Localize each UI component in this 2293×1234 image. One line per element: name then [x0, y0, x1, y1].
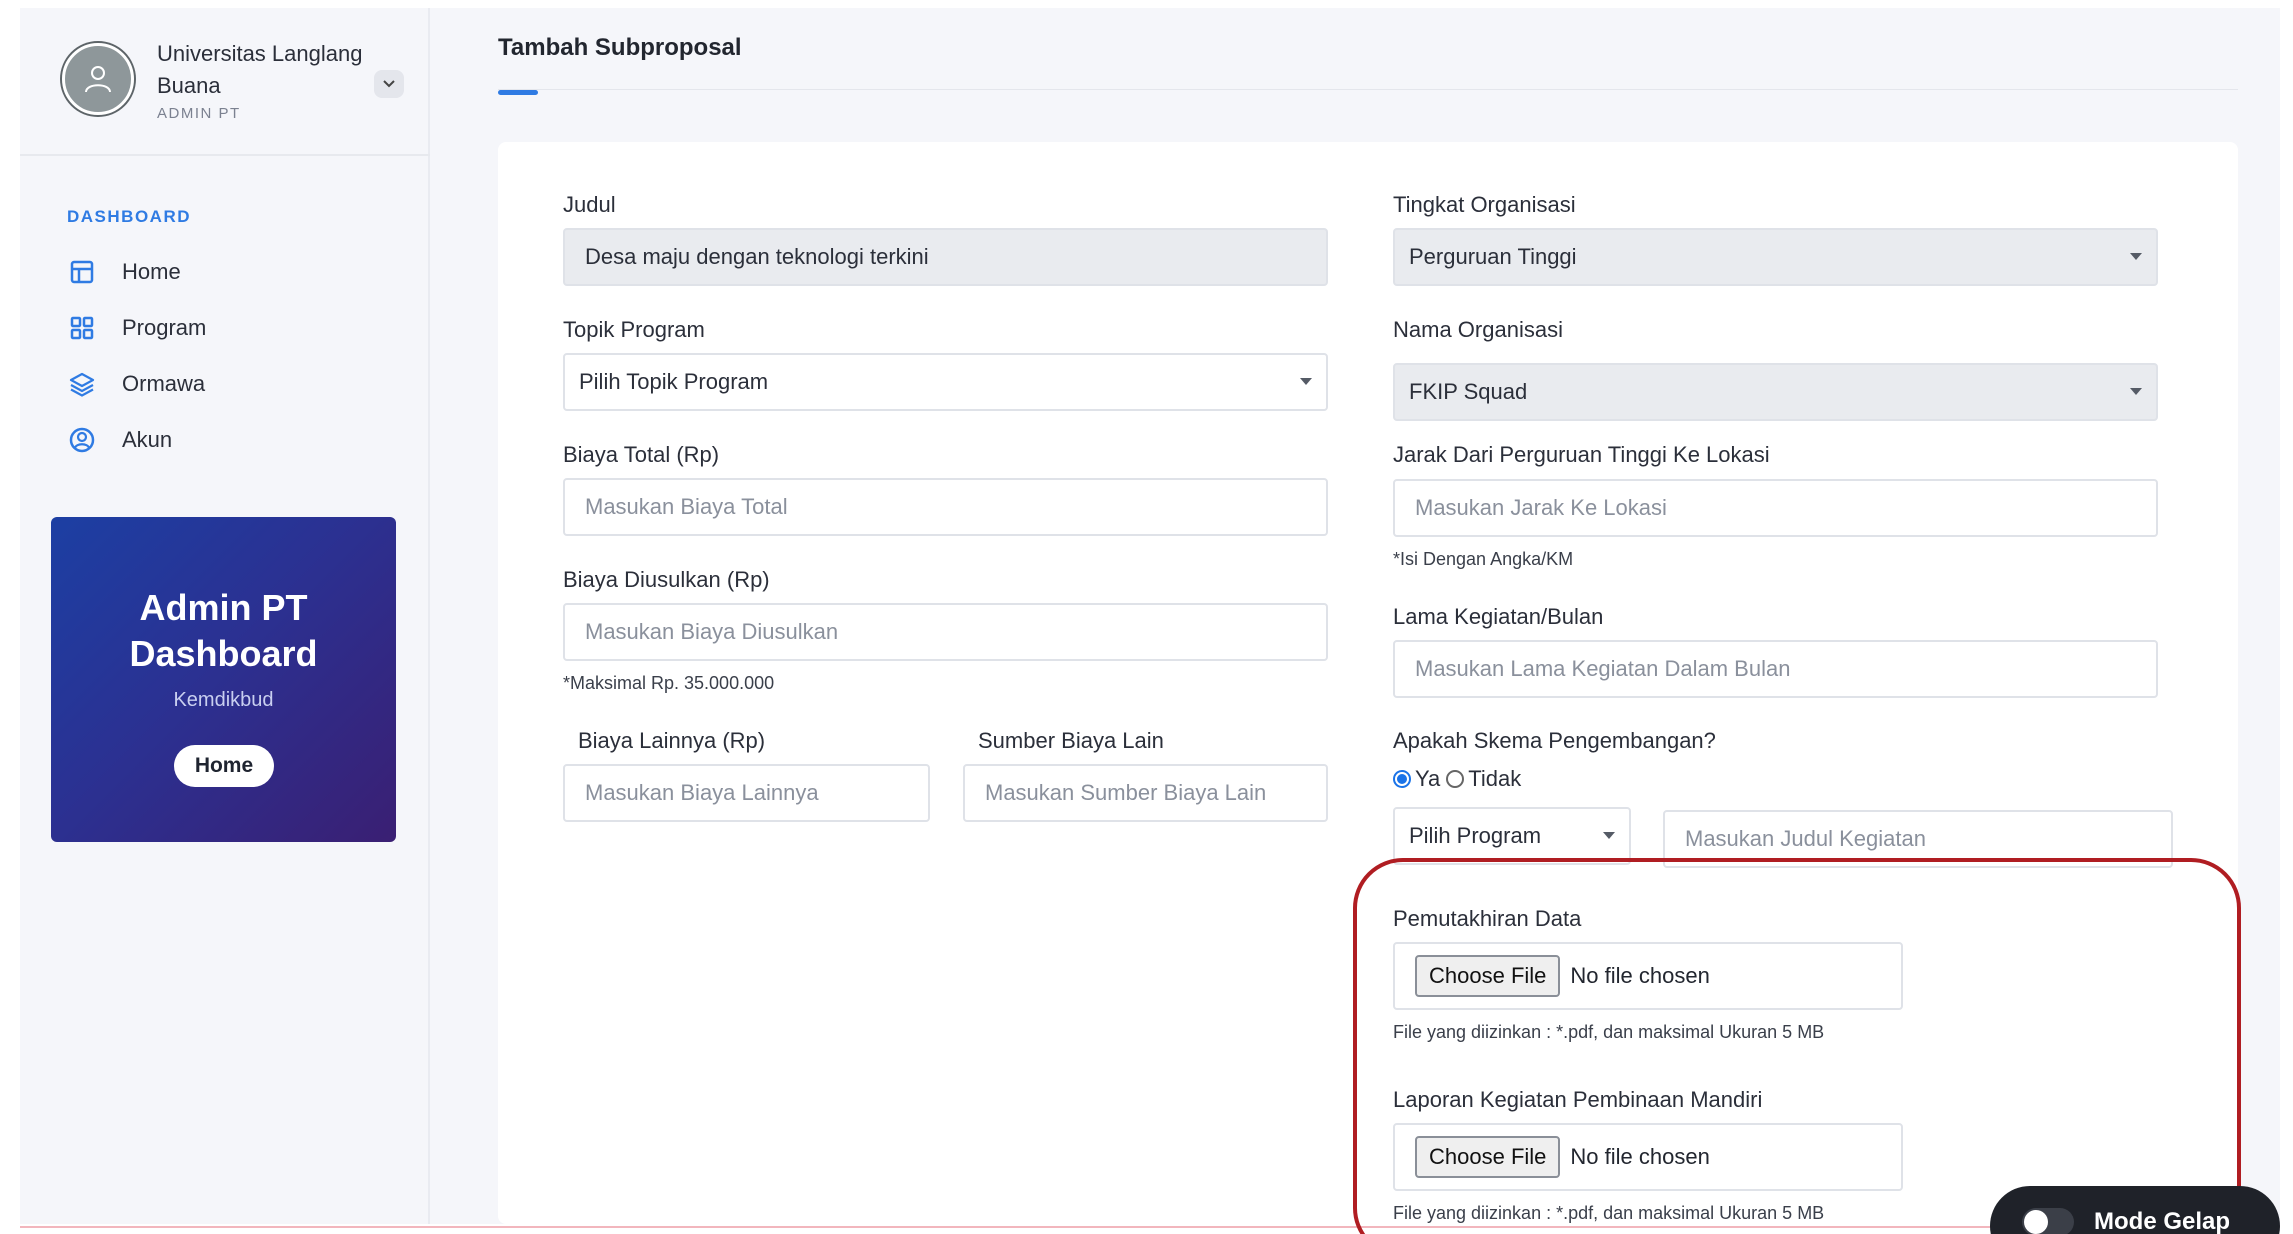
- biaya-diusulkan-label: Biaya Diusulkan (Rp): [563, 567, 770, 592]
- program-select-value: Pilih Program: [1409, 823, 1542, 848]
- topik-label: Topik Program: [563, 317, 705, 342]
- nama-org-select[interactable]: FKIP Squad: [1393, 363, 2158, 421]
- sumber-biaya-label: Sumber Biaya Lain: [978, 728, 1164, 753]
- biaya-total-label: Biaya Total (Rp): [563, 442, 720, 467]
- biaya-lainnya-label: Biaya Lainnya (Rp): [578, 728, 766, 753]
- sidebar-item-label: Home: [122, 259, 181, 284]
- biaya-total-input[interactable]: [563, 478, 1328, 536]
- jarak-hint: *Isi Dengan Angka/KM: [1393, 549, 1574, 569]
- skema-radio-tidak-label: Tidak: [1468, 766, 1522, 791]
- caret-down-icon: [2130, 253, 2142, 260]
- profile-header: Universitas Langlang Buana ADMIN PT: [20, 8, 430, 156]
- sidebar-item-akun[interactable]: Akun: [67, 420, 367, 460]
- user-circle-icon: [67, 425, 97, 455]
- skema-radio-ya[interactable]: [1393, 770, 1411, 788]
- nav-section-label: DASHBOARD: [67, 207, 191, 226]
- sidebar-item-ormawa[interactable]: Ormawa: [67, 364, 367, 404]
- biaya-lainnya-input[interactable]: [563, 764, 930, 822]
- promo-subtitle: Kemdikbud: [173, 689, 274, 711]
- tingkat-label: Tingkat Organisasi: [1393, 192, 1576, 217]
- promo-title: Admin PT Dashboard: [51, 585, 396, 677]
- grid-icon: [67, 313, 97, 343]
- skema-radio-group: Ya Tidak: [1393, 766, 1521, 792]
- caret-down-icon: [2130, 388, 2142, 395]
- promo-title-line1: Admin PT: [139, 587, 308, 628]
- avatar: [62, 43, 134, 115]
- sidebar-item-home[interactable]: Home: [67, 252, 367, 292]
- lama-label: Lama Kegiatan/Bulan: [1393, 604, 1604, 629]
- skema-radio-ya-label: Ya: [1415, 766, 1441, 791]
- profile-name: Universitas Langlang Buana: [157, 41, 363, 98]
- skema-label: Apakah Skema Pengembangan?: [1393, 728, 1716, 753]
- promo-title-line2: Dashboard: [129, 633, 318, 674]
- promo-home-button[interactable]: Home: [174, 745, 274, 787]
- layout-icon: [67, 257, 97, 287]
- nama-org-label: Nama Organisasi: [1393, 317, 1563, 342]
- sidebar-item-label: Akun: [122, 427, 173, 452]
- profile-menu-toggle[interactable]: [374, 70, 404, 98]
- jarak-input[interactable]: [1393, 479, 2158, 537]
- biaya-diusulkan-input[interactable]: [563, 603, 1328, 661]
- promo-card: Admin PT Dashboard Kemdikbud Home: [51, 517, 396, 842]
- tab-tambah-subproposal[interactable]: Tambah Subproposal: [498, 34, 742, 62]
- sidebar: Universitas Langlang Buana ADMIN PT DASH…: [20, 8, 430, 1224]
- tingkat-select-value: Perguruan Tinggi: [1409, 244, 1577, 269]
- sidebar-item-label: Program: [122, 315, 207, 340]
- jarak-label: Jarak Dari Perguruan Tinggi Ke Lokasi: [1393, 442, 1770, 467]
- caret-down-icon: [1300, 378, 1312, 385]
- dark-mode-toggle[interactable]: Mode Gelap: [1990, 1186, 2280, 1234]
- biaya-diusulkan-hint: *Maksimal Rp. 35.000.000: [563, 673, 775, 693]
- nama-org-select-value: FKIP Squad: [1409, 379, 1528, 404]
- dark-mode-switch[interactable]: [2022, 1208, 2074, 1234]
- program-select[interactable]: Pilih Program: [1393, 807, 1631, 865]
- topik-select-value: Pilih Topik Program: [579, 369, 769, 394]
- tab-active-indicator: [498, 90, 538, 95]
- chevron-down-icon: [383, 80, 395, 88]
- dark-mode-label: Mode Gelap: [2094, 1208, 2231, 1234]
- caret-down-icon: [1603, 832, 1615, 839]
- layers-icon: [67, 369, 97, 399]
- lama-input[interactable]: [1393, 640, 2158, 698]
- topik-select[interactable]: Pilih Topik Program: [563, 353, 1328, 411]
- skema-radio-tidak[interactable]: [1446, 770, 1465, 788]
- sidebar-item-program[interactable]: Program: [67, 308, 367, 348]
- sidebar-item-label: Ormawa: [122, 371, 206, 396]
- judul-input[interactable]: [563, 228, 1328, 286]
- tingkat-select[interactable]: Perguruan Tinggi: [1393, 228, 2158, 286]
- annotation-highlight: [1353, 858, 2241, 1234]
- sumber-biaya-input[interactable]: [963, 764, 1328, 822]
- judul-label: Judul: [563, 192, 616, 217]
- user-icon: [85, 66, 111, 93]
- profile-role: ADMIN PT: [157, 105, 241, 122]
- tab-divider: [498, 89, 2238, 90]
